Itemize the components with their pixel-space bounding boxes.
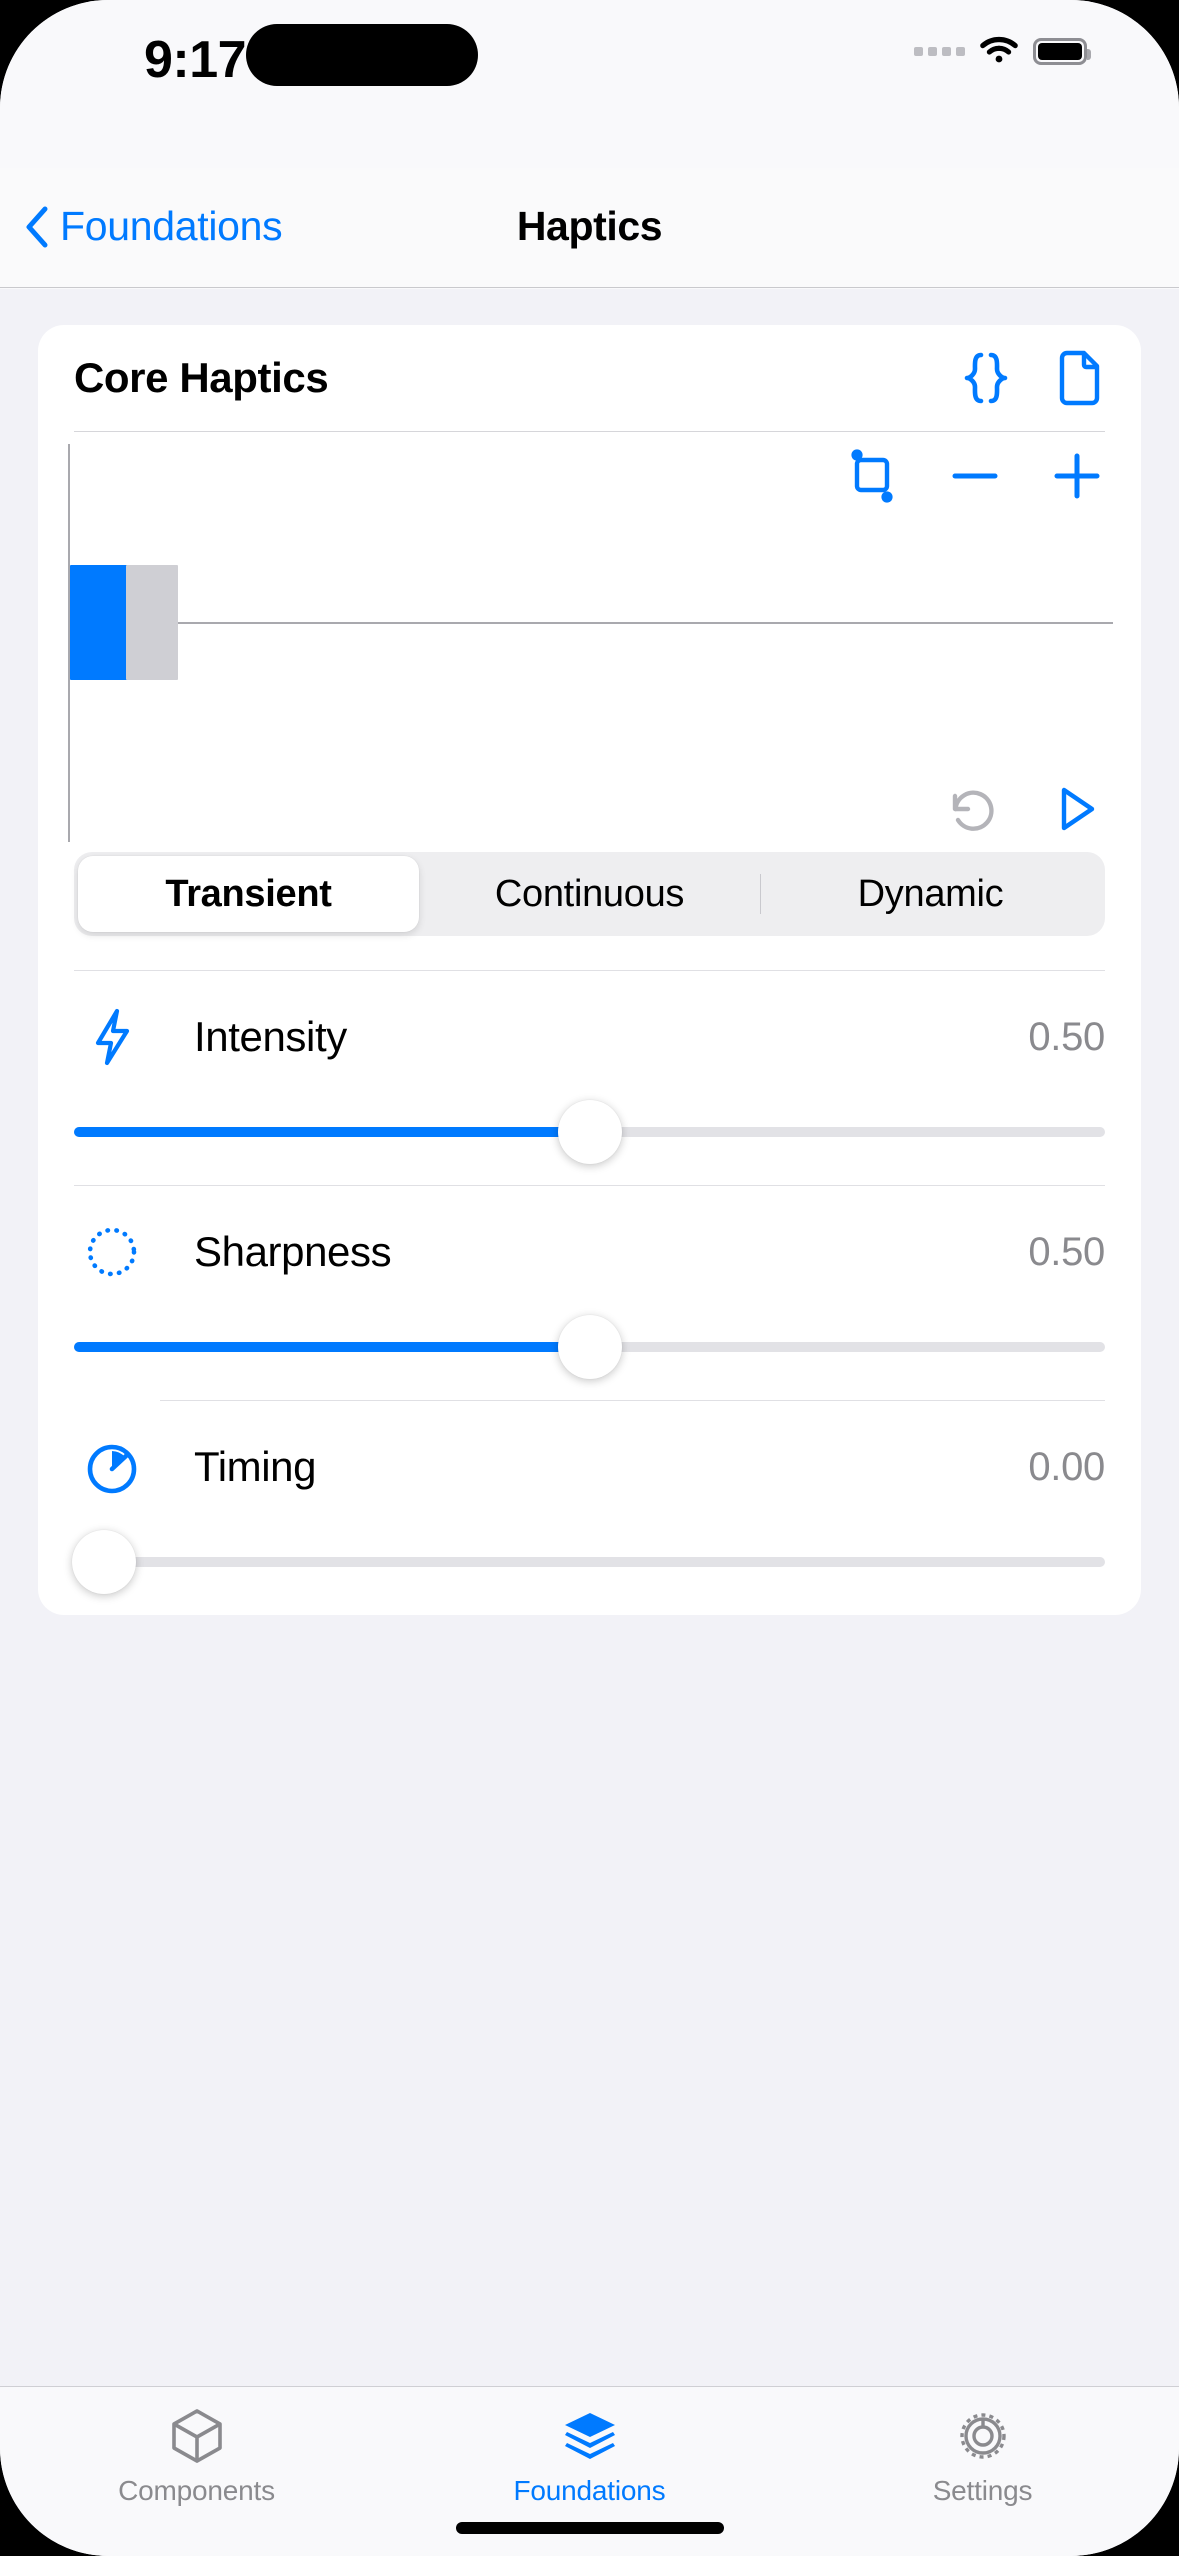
iphone-screen: 9:17 Foundations Haptics Core Haptics Tr…	[0, 0, 1179, 2556]
event-type-segmented-control[interactable]: Transient Continuous Dynamic	[74, 852, 1105, 936]
event-type-control-wrapper: Transient Continuous Dynamic	[38, 852, 1141, 936]
parameter-header-intensity: Intensity 0.50	[74, 971, 1105, 1103]
scroll-content[interactable]: Core Haptics Transient Continuous Dynami…	[0, 289, 1179, 2386]
parameter-value-sharpness: 0.50	[1028, 1229, 1105, 1274]
parameter-header-sharpness: Sharpness 0.50	[74, 1186, 1105, 1318]
gear-icon	[959, 2413, 1006, 2459]
card-header: Core Haptics	[38, 325, 1141, 431]
slider-timing[interactable]	[72, 1519, 1105, 1615]
home-indicator	[455, 2522, 724, 2534]
dynamic-island	[246, 24, 478, 86]
reset-icon[interactable]	[943, 778, 1001, 840]
slider-knob-sharpness[interactable]	[557, 1315, 622, 1379]
segment-transient[interactable]: Transient	[78, 856, 419, 932]
parameter-label-intensity: Intensity	[194, 1013, 347, 1060]
editor-toolbar	[845, 446, 1105, 506]
tab-label-settings: Settings	[932, 2475, 1033, 2506]
navigation-bar: Foundations Haptics	[0, 168, 1179, 288]
parameter-label-timing: Timing	[194, 1443, 317, 1490]
slider-intensity[interactable]	[74, 1089, 1105, 1185]
minus-icon[interactable]	[947, 446, 1003, 506]
dotted-circle-icon	[87, 1227, 137, 1277]
status-bar: 9:17	[0, 0, 1179, 168]
plus-icon[interactable]	[1049, 446, 1105, 506]
parameter-header-timing: Timing 0.00	[74, 1401, 1105, 1533]
card-header-actions	[959, 349, 1105, 407]
card-title: Core Haptics	[74, 354, 329, 401]
bolt-icon	[95, 1008, 130, 1066]
layers-icon	[564, 2413, 615, 2459]
selection-crop-icon[interactable]	[845, 446, 901, 506]
json-braces-icon[interactable]	[959, 349, 1013, 407]
play-icon[interactable]	[1047, 778, 1105, 840]
slider-fill-intensity	[74, 1127, 590, 1137]
parameter-row-timing: Timing 0.00	[38, 1401, 1141, 1615]
tab-label-components: Components	[118, 2475, 275, 2506]
parameter-row-intensity: Intensity 0.50	[38, 971, 1141, 1185]
tab-settings[interactable]: Settings	[786, 2405, 1179, 2507]
slider-fill-sharpness	[74, 1342, 590, 1352]
segment-dynamic[interactable]: Dynamic	[760, 856, 1101, 932]
slider-knob-intensity[interactable]	[557, 1100, 622, 1164]
editor-x-axis	[68, 622, 1113, 624]
slider-track-timing	[74, 1557, 1105, 1567]
core-haptics-card: Core Haptics Transient Continuous Dynami…	[38, 325, 1141, 1615]
battery-icon	[1033, 38, 1091, 65]
haptic-pattern-editor[interactable]	[38, 432, 1141, 852]
slider-knob-timing[interactable]	[72, 1530, 136, 1594]
segment-continuous[interactable]: Continuous	[419, 856, 760, 932]
editor-actions	[943, 778, 1105, 840]
parameter-row-sharpness: Sharpness 0.50	[38, 1186, 1141, 1400]
tab-label-foundations: Foundations	[513, 2475, 666, 2506]
slider-sharpness[interactable]	[74, 1304, 1105, 1400]
cube-icon	[171, 2409, 222, 2463]
parameter-label-sharpness: Sharpness	[194, 1228, 392, 1275]
status-indicators	[914, 34, 1091, 69]
tab-components[interactable]: Components	[0, 2405, 393, 2507]
page-title: Haptics	[516, 203, 663, 249]
wifi-icon	[979, 34, 1019, 69]
parameter-value-intensity: 0.50	[1028, 1014, 1105, 1059]
timer-icon	[87, 1444, 137, 1494]
document-icon[interactable]	[1051, 349, 1105, 407]
parameter-value-timing: 0.00	[1028, 1444, 1105, 1489]
haptic-event-bar[interactable]	[126, 565, 178, 680]
cellular-dots-icon	[914, 47, 965, 56]
tab-foundations[interactable]: Foundations	[393, 2405, 786, 2507]
